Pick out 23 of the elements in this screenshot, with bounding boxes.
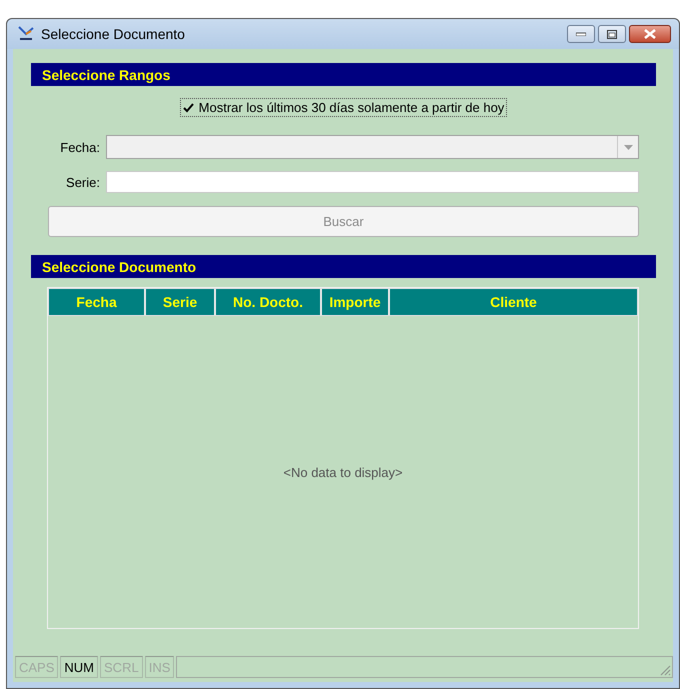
column-header[interactable]: Fecha [49, 289, 146, 315]
maximize-button[interactable] [598, 25, 626, 43]
series-input-field[interactable] [106, 171, 639, 193]
maximize-icon [607, 30, 617, 38]
last-30-days-checkbox[interactable]: Mostrar los últimos 30 días solamente a partir de hoy [180, 98, 508, 117]
minimize-icon [576, 32, 586, 36]
field-label: Serie: [65, 174, 101, 190]
column-header[interactable]: No. Docto. [216, 289, 322, 315]
column-header[interactable]: Cliente [390, 289, 637, 315]
section-header: Seleccione Rangos [31, 63, 656, 86]
field-label: Fecha: [59, 140, 101, 154]
close-icon [644, 29, 656, 39]
dropdown-arrow-icon [624, 144, 632, 150]
empty-message: <No data to display> [283, 464, 403, 480]
column-header[interactable]: Importe [322, 289, 390, 315]
resize-grip-icon [659, 664, 671, 676]
status-indicator: NUM [60, 656, 98, 678]
close-button[interactable] [629, 25, 671, 43]
section-header: Seleccione Documento [31, 255, 656, 278]
window-title: Seleccione Documento [41, 26, 186, 42]
app-logo-icon [17, 25, 35, 43]
minimize-button[interactable] [567, 25, 595, 43]
column-header[interactable]: Serie [146, 289, 216, 315]
